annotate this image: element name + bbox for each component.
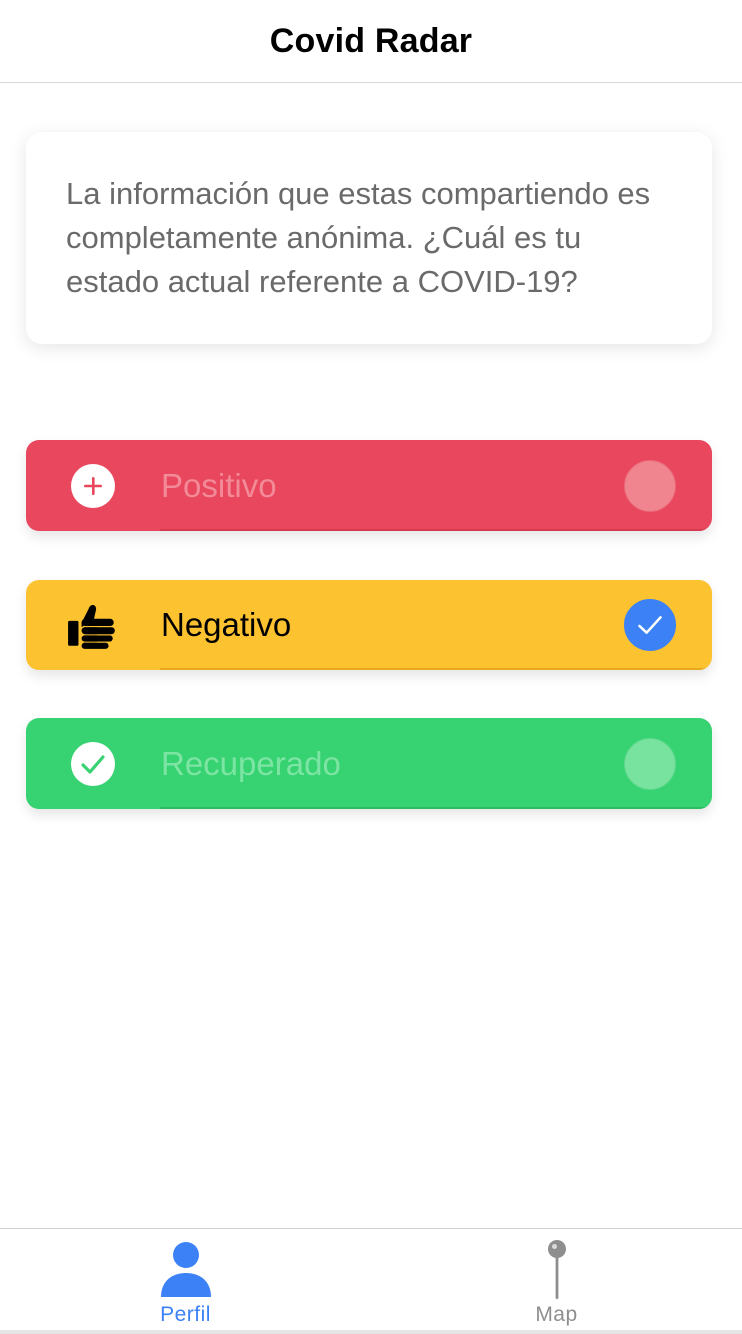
option-positivo[interactable]: Positivo [26,440,712,531]
person-icon [160,1242,211,1297]
plus-circle-icon [71,463,115,508]
radio-recuperado[interactable] [624,737,676,790]
tab-map[interactable]: Map [371,1229,742,1334]
tab-label-map: Map [535,1303,578,1326]
option-label-negativo: Negativo [161,606,292,643]
map-pin-icon [547,1240,566,1299]
option-label-recuperado: Recuperado [161,744,341,782]
navigation-bar: Covid Radar [0,0,742,83]
info-card: La información que estas compartiendo es… [26,132,712,344]
option-label-positivo: Positivo [161,466,277,504]
option-underline [160,807,712,809]
page-title: Covid Radar [269,21,473,60]
tab-bar: Perfil Map [0,1228,742,1334]
app-screen: Covid Radar La información que estas com… [0,0,742,1334]
thumbs-up-icon [68,605,115,649]
bottom-divider [0,1330,742,1334]
radio-positivo[interactable] [624,459,676,512]
option-underline [160,668,712,670]
tab-perfil[interactable]: Perfil [0,1229,371,1334]
tab-label-perfil: Perfil [160,1303,211,1326]
option-recuperado[interactable]: Recuperado [26,718,712,809]
checkmark-icon [638,616,662,634]
option-negativo[interactable]: Negativo [26,580,712,670]
radio-negativo[interactable] [624,599,676,651]
info-text: La información que estas compartiendo es… [66,176,651,299]
option-underline [160,529,712,531]
checkmark-circle-icon [71,741,115,786]
